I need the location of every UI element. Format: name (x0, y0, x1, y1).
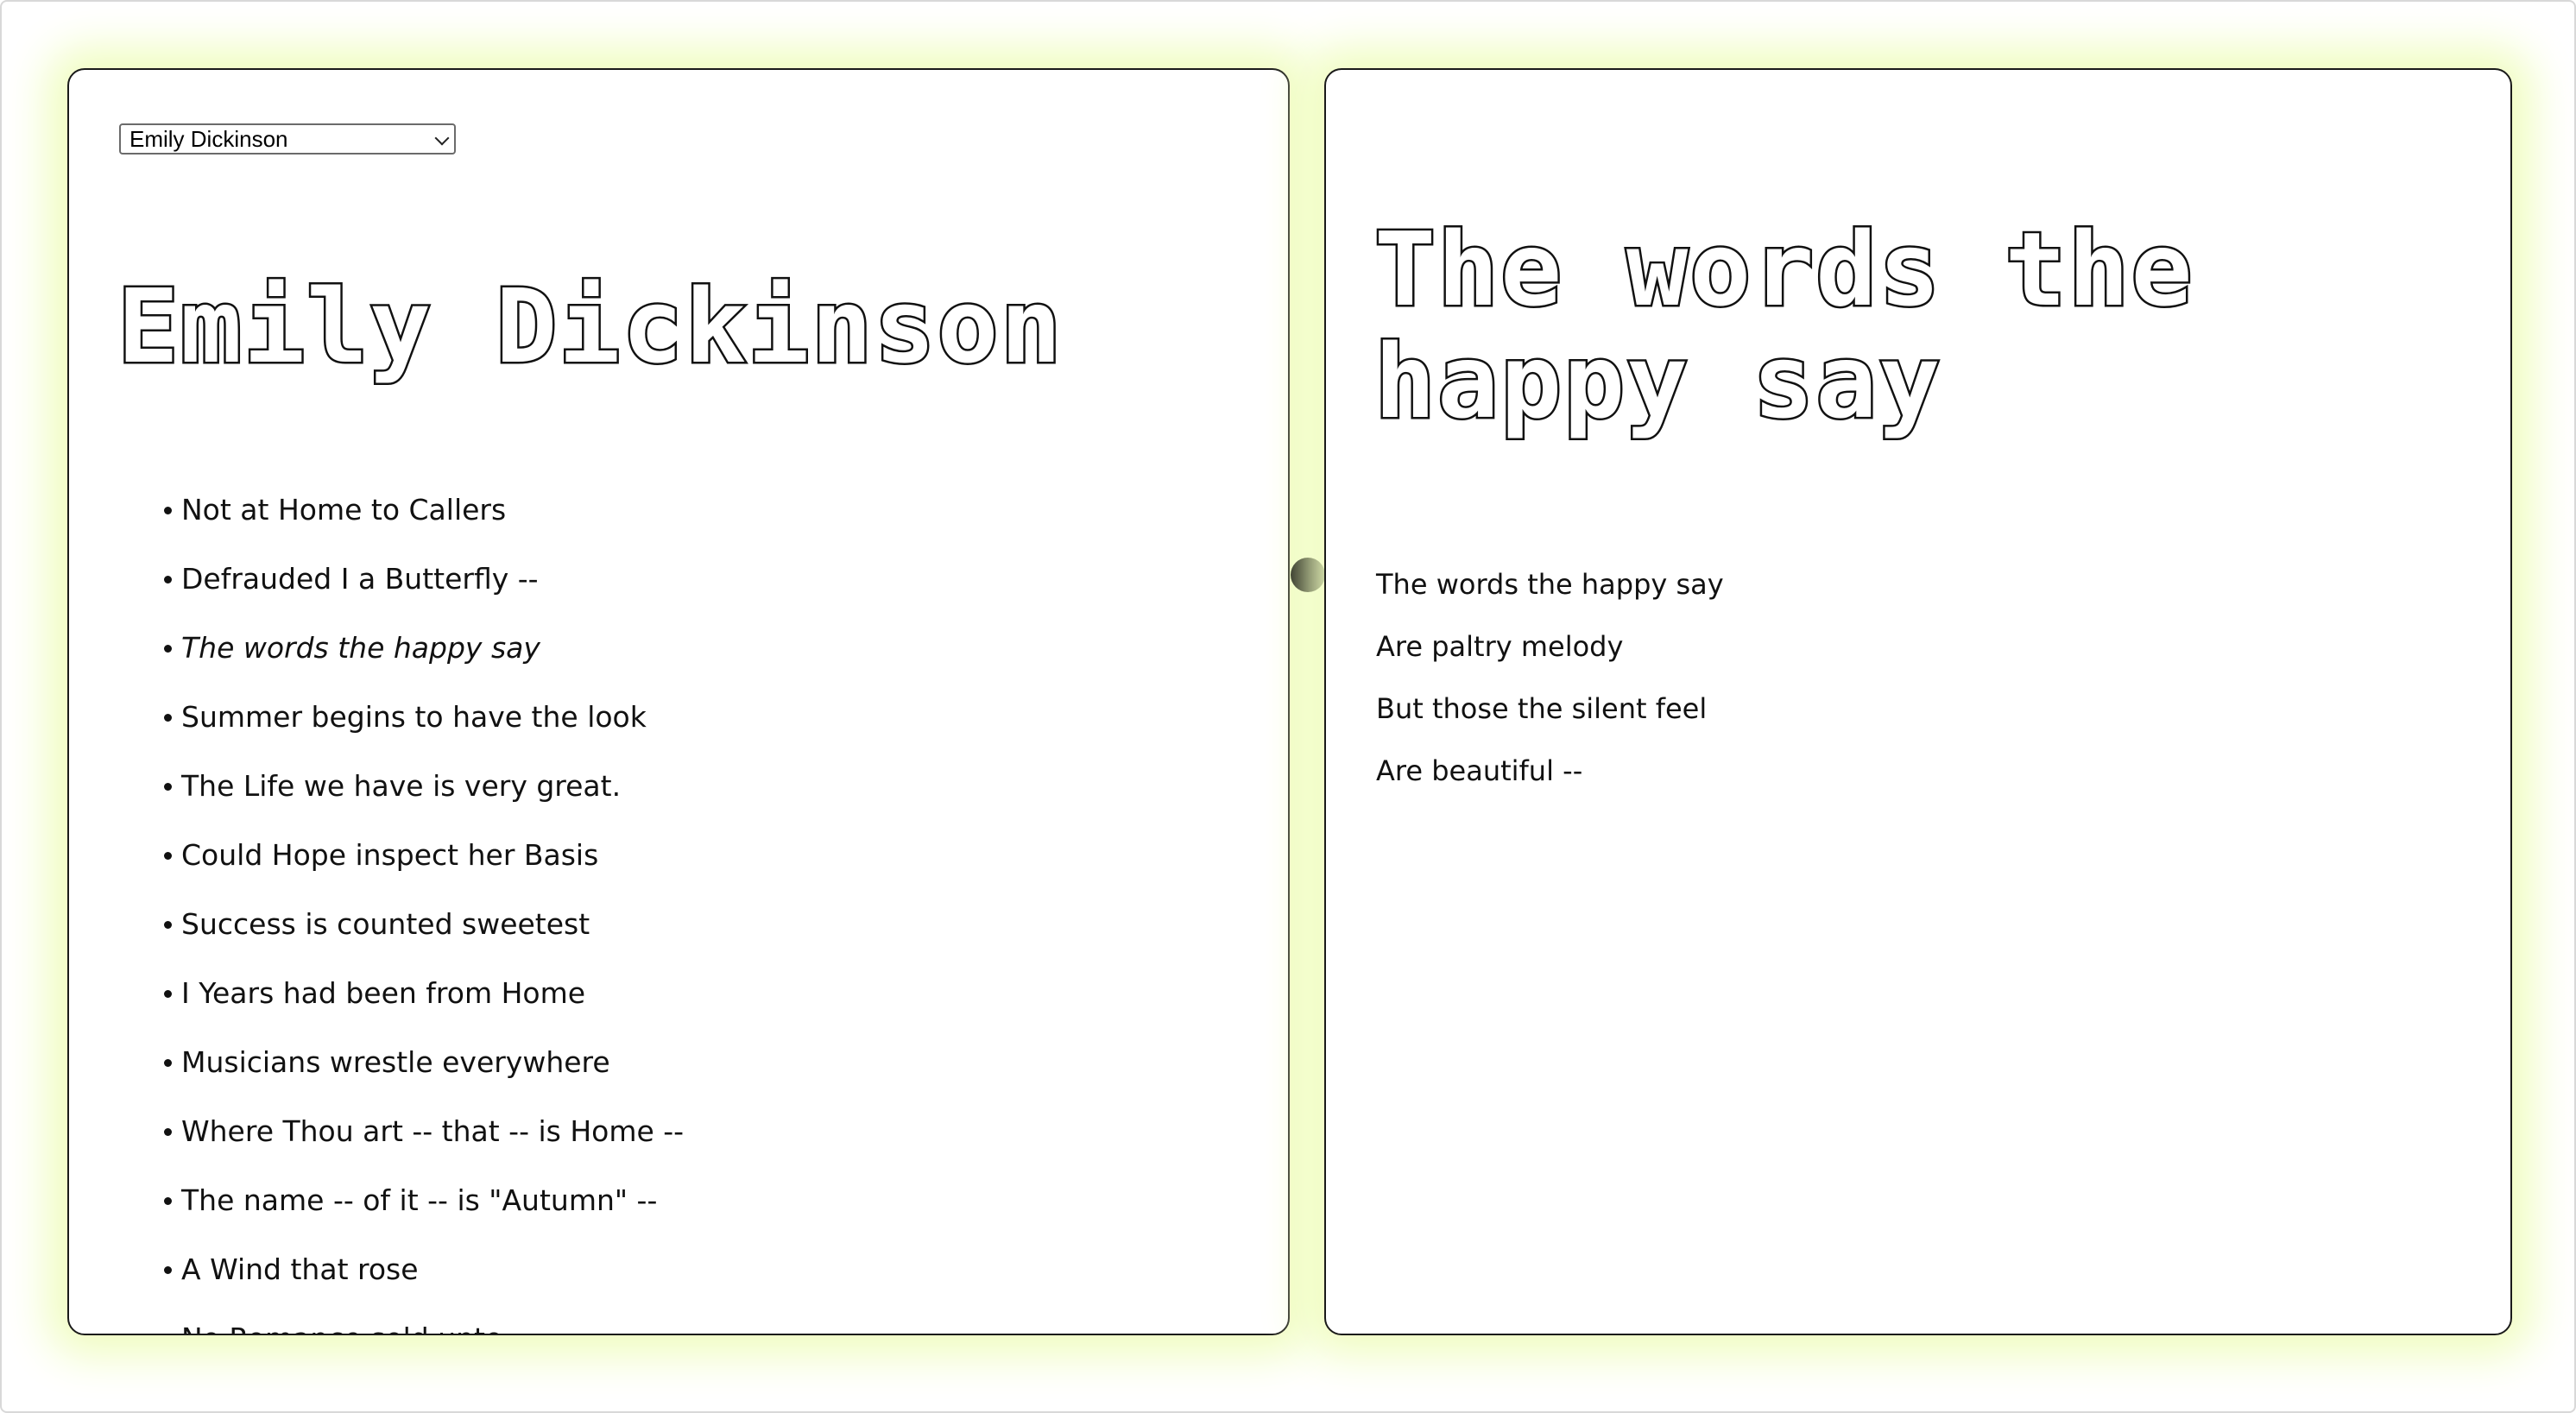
bullet-icon (164, 1128, 172, 1136)
poem-list-item[interactable]: I Years had been from Home (69, 959, 684, 1028)
poem-list-item-label: Where Thou art -- that -- is Home -- (181, 1114, 685, 1148)
poem-list-item-label: Success is counted sweetest (181, 907, 590, 941)
poem-line: The words the happy say (1376, 568, 1724, 601)
poem-list-item[interactable]: Where Thou art -- that -- is Home -- (69, 1097, 684, 1166)
poem-list-item-label: Musicians wrestle everywhere (181, 1045, 610, 1079)
poem-list-item-label: Not at Home to Callers (181, 493, 507, 527)
poem-list-item-label: I Years had been from Home (181, 976, 586, 1010)
poem-line: But those the silent feel (1376, 692, 1708, 725)
author-select-value: Emily Dickinson (129, 126, 288, 152)
poem-list-item[interactable]: Musicians wrestle everywhere (69, 1028, 684, 1097)
app-window: Emily Dickinson Emily Dickinson Not at H… (0, 0, 2576, 1413)
bullet-icon (164, 990, 172, 998)
poem-list-item[interactable]: The words the happy say (69, 614, 684, 683)
author-heading: Emily Dickinson (116, 267, 1064, 386)
poem-title: The words the happy say (1373, 210, 2195, 441)
poem-panel: The words the happy say The words the ha… (1324, 68, 2512, 1335)
bullet-icon (164, 507, 172, 514)
poem-list-item[interactable]: Defrauded I a Butterfly -- (69, 545, 684, 614)
bullet-icon (164, 852, 172, 860)
poem-list-item[interactable]: Summer begins to have the look (69, 683, 684, 752)
poem-list-item-label: Could Hope inspect her Basis (181, 838, 599, 872)
author-panel: Emily Dickinson Emily Dickinson Not at H… (67, 68, 1290, 1335)
poem-list-item[interactable]: No Romance sold unto (69, 1304, 684, 1334)
bullet-icon (164, 645, 172, 653)
poem-list-item[interactable]: The Life we have is very great. (69, 752, 684, 821)
poem-list-item-label: Defrauded I a Butterfly -- (181, 562, 539, 596)
poem-line: Are beautiful -- (1376, 754, 1583, 787)
poem-list-item-label: A Wind that rose (181, 1252, 419, 1286)
poem-list-item-label: The words the happy say (181, 631, 540, 665)
resize-handle[interactable] (1291, 558, 1325, 592)
poem-list-item[interactable]: Success is counted sweetest (69, 890, 684, 959)
bullet-icon (164, 576, 172, 583)
poem-list-item-label: No Romance sold unto (159, 1322, 502, 1334)
bullet-icon (164, 1266, 172, 1274)
poem-list-item[interactable]: The name -- of it -- is "Autumn" -- (69, 1166, 684, 1235)
author-select[interactable]: Emily Dickinson (119, 123, 456, 155)
poem-list-item[interactable]: Not at Home to Callers (69, 476, 684, 545)
poem-list-item-label: The name -- of it -- is "Autumn" -- (181, 1183, 658, 1217)
poem-list: Not at Home to Callers Defrauded I a Butt… (164, 476, 684, 1334)
bullet-icon (164, 783, 172, 791)
poem-list-item-label: The Life we have is very great. (181, 769, 622, 803)
poem-list-item[interactable]: Could Hope inspect her Basis (69, 821, 684, 890)
bullet-icon (164, 1059, 172, 1067)
bullet-icon (164, 921, 172, 929)
poem-list-item[interactable]: A Wind that rose (69, 1235, 684, 1304)
poem-list-item-label: Summer begins to have the look (181, 700, 647, 734)
poem-line: Are paltry melody (1376, 630, 1624, 663)
bullet-icon (164, 714, 172, 722)
bullet-icon (164, 1197, 172, 1205)
poem-body: The words the happy say Are paltry melody… (1376, 553, 1724, 802)
chevron-down-icon (434, 130, 450, 146)
